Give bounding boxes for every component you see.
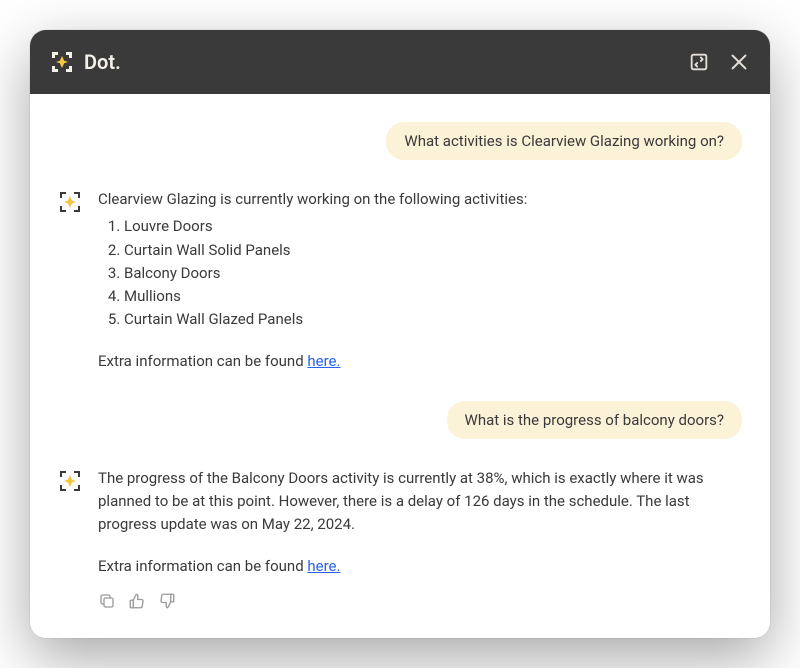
- extra-info-prefix: Extra information can be found: [98, 557, 307, 575]
- thumbs-up-icon[interactable]: [128, 592, 146, 610]
- app-title: Dot.: [84, 50, 121, 74]
- user-message-bubble: What activities is Clearview Glazing wor…: [386, 122, 742, 160]
- titlebar-left: Dot.: [50, 50, 121, 74]
- extra-info-link[interactable]: here.: [307, 352, 340, 370]
- expand-icon[interactable]: [688, 51, 710, 73]
- user-message-row: What is the progress of balcony doors?: [58, 401, 742, 439]
- titlebar-right: [688, 51, 750, 73]
- assistant-message-content: The progress of the Balcony Doors activi…: [98, 467, 742, 610]
- feedback-row: [98, 592, 742, 610]
- extra-info-line: Extra information can be found here.: [98, 350, 742, 373]
- assistant-message-row: Clearview Glazing is currently working o…: [58, 188, 742, 373]
- dot-logo-icon: [50, 50, 74, 74]
- assistant-avatar-icon: [58, 469, 82, 493]
- extra-info-line: Extra information can be found here.: [98, 555, 742, 578]
- user-message-bubble: What is the progress of balcony doors?: [447, 401, 742, 439]
- assistant-intro-text: Clearview Glazing is currently working o…: [98, 188, 742, 211]
- extra-info-prefix: Extra information can be found: [98, 352, 307, 370]
- assistant-message-content: Clearview Glazing is currently working o…: [98, 188, 742, 373]
- close-icon[interactable]: [728, 51, 750, 73]
- chat-window: Dot. What activities is Clearview Glazin…: [30, 30, 770, 638]
- thumbs-down-icon[interactable]: [158, 592, 176, 610]
- assistant-body-text: The progress of the Balcony Doors activi…: [98, 467, 742, 537]
- list-item: Balcony Doors: [124, 262, 742, 285]
- list-item: Mullions: [124, 285, 742, 308]
- titlebar: Dot.: [30, 30, 770, 94]
- copy-icon[interactable]: [98, 592, 116, 610]
- chat-body: What activities is Clearview Glazing wor…: [30, 94, 770, 638]
- list-item: Curtain Wall Glazed Panels: [124, 308, 742, 331]
- assistant-avatar-icon: [58, 190, 82, 214]
- assistant-message-row: The progress of the Balcony Doors activi…: [58, 467, 742, 610]
- user-message-row: What activities is Clearview Glazing wor…: [58, 122, 742, 160]
- list-item: Louvre Doors: [124, 215, 742, 238]
- extra-info-link[interactable]: here.: [307, 557, 340, 575]
- activities-list: Louvre Doors Curtain Wall Solid Panels B…: [98, 215, 742, 331]
- list-item: Curtain Wall Solid Panels: [124, 239, 742, 262]
